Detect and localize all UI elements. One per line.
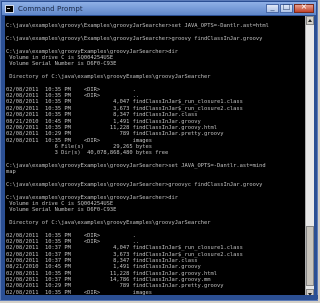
- vertical-scrollbar[interactable]: [305, 16, 314, 298]
- window-title: Command Prompt: [18, 4, 83, 13]
- console-app-icon[interactable]: [5, 4, 14, 13]
- maximize-button[interactable]: □: [280, 2, 293, 13]
- command-prompt-window: Command Prompt _ □ × C:\java\examples\gr…: [0, 0, 318, 301]
- close-button[interactable]: ×: [294, 2, 314, 13]
- console-line: C:\java\examples\groovy\Examples\groovyJ…: [6, 36, 263, 43]
- console-text: C:\java\examples\groovy\Examples\groovyJ…: [5, 16, 306, 298]
- maximize-icon: □: [282, 2, 291, 11]
- scrollbar-thumb[interactable]: [306, 226, 314, 286]
- console-line: C:\java\examples\groovy\Examples\groovyJ…: [6, 23, 269, 30]
- console-line: C:\java\examples\groovyExamples\groovyJa…: [6, 162, 266, 169]
- title-bar[interactable]: Command Prompt _ □ ×: [2, 2, 316, 15]
- minimize-icon: _: [270, 2, 275, 11]
- window-controls: _ □ ×: [266, 2, 314, 13]
- scroll-up-arrow-icon[interactable]: [306, 16, 314, 25]
- console-line: C:\java\examples\groovyExamples\groovyJa…: [6, 181, 263, 188]
- console-output[interactable]: C:\java\examples\groovy\Examples\groovyJ…: [5, 16, 306, 298]
- close-icon: ×: [300, 2, 308, 11]
- window-frame-bottom: [2, 295, 318, 299]
- minimize-button[interactable]: _: [266, 2, 279, 13]
